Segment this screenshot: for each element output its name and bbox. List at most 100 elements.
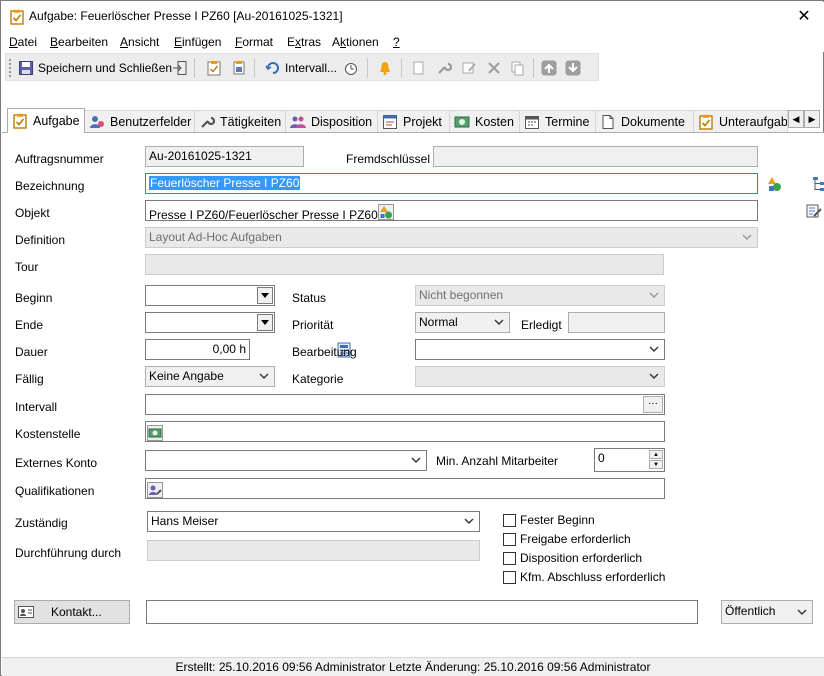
visibility-select[interactable]: Öffentlich (721, 600, 813, 624)
interval-button[interactable]: Intervall... (265, 57, 337, 79)
zustaendig-label: Zuständig (15, 516, 68, 530)
close-icon[interactable]: ✕ (794, 6, 814, 26)
tab-disposition[interactable]: Disposition (286, 110, 378, 132)
status-bar: Erstellt: 25.10.2016 09:56 Administrator… (2, 657, 824, 676)
status-label: Status (292, 291, 327, 305)
tab-strip: Aufgabe Benutzerfelder Tätigkeiten Dispo… (2, 108, 824, 133)
edit-disabled-icon[interactable] (461, 57, 477, 79)
chevron-down-icon (259, 373, 269, 379)
fremdschluessel-field[interactable] (433, 146, 758, 167)
intervall-field[interactable]: ··· (145, 394, 665, 415)
exit-door-icon[interactable] (172, 57, 188, 79)
tour-label: Tour (15, 260, 39, 274)
tab-scroll-right-icon[interactable]: ▶ (804, 110, 820, 128)
qualification-picker-icon[interactable] (147, 482, 163, 498)
status-select[interactable]: Nicht begonnen (415, 285, 665, 306)
objekt-field[interactable]: Presse I PZ60/Feuerlöscher Presse I PZ60 (145, 200, 758, 221)
beginn-dropdown-button[interactable] (257, 287, 273, 304)
zustaendig-select[interactable]: Hans Meiser (147, 511, 480, 532)
tab-aufgabe[interactable]: Aufgabe (7, 108, 85, 133)
print-task-icon[interactable] (231, 57, 247, 79)
menu-bearbeiten[interactable]: Bearbeiten (50, 35, 108, 49)
object-picker-icon[interactable] (378, 204, 395, 220)
ende-label: Ende (15, 318, 44, 332)
menu-ansicht[interactable]: Ansicht (120, 35, 159, 49)
kfm-abschluss-checkbox[interactable]: Kfm. Abschluss erforderlich (503, 570, 665, 584)
money-icon (454, 114, 470, 130)
prioritaet-select[interactable]: Normal (415, 312, 510, 333)
menu-einfuegen[interactable]: Einfügen (174, 35, 221, 49)
next-record-icon[interactable] (565, 57, 581, 79)
externes-konto-select[interactable] (145, 450, 427, 471)
menu-help[interactable]: ? (393, 35, 400, 49)
edit-form-icon[interactable] (806, 203, 822, 219)
user-fields-icon (89, 114, 105, 130)
kontakt-input[interactable] (146, 600, 698, 624)
wrench-icon (199, 114, 215, 130)
tab-dokumente[interactable]: Dokumente (596, 110, 694, 132)
beginn-date-field[interactable] (145, 285, 275, 306)
freigabe-checkbox[interactable]: Freigabe erforderlich (503, 532, 631, 546)
bell-icon[interactable] (377, 57, 393, 79)
qualifikationen-field[interactable] (145, 478, 665, 499)
wrench-icon[interactable] (436, 57, 452, 79)
previous-record-icon[interactable] (541, 57, 557, 79)
chevron-down-icon (411, 457, 421, 463)
chevron-down-icon (649, 292, 659, 298)
dauer-input[interactable]: 0,00 h (145, 339, 250, 360)
auftragsnummer-field: Au-20161025-1321 (145, 146, 304, 167)
ende-dropdown-button[interactable] (257, 314, 273, 331)
kategorie-label: Kategorie (292, 372, 344, 386)
tour-field[interactable] (145, 254, 664, 275)
chevron-down-icon (494, 319, 504, 325)
menu-aktionen[interactable]: Aktionen (332, 35, 379, 49)
menu-datei[interactable]: Datei (9, 35, 37, 49)
save-close-button[interactable]: Speichern und Schließen (18, 57, 172, 79)
stepper-down-icon[interactable]: ▼ (649, 460, 663, 469)
delete-disabled-icon[interactable] (486, 57, 502, 79)
chevron-down-icon (464, 518, 474, 524)
document-disabled-icon[interactable] (411, 57, 427, 79)
object-shapes-icon[interactable] (767, 176, 783, 192)
copy-disabled-icon[interactable] (509, 57, 525, 79)
chevron-down-icon (797, 609, 807, 615)
objekt-label: Objekt (15, 206, 50, 220)
tab-unteraufgaben[interactable]: Unteraufgab (694, 110, 788, 132)
tab-taetigkeiten[interactable]: Tätigkeiten (195, 110, 286, 132)
contact-card-icon (18, 604, 34, 620)
prioritaet-label: Priorität (292, 318, 334, 332)
stepper-up-icon[interactable]: ▲ (649, 450, 663, 459)
auftragsnummer-label: Auftragsnummer (15, 152, 104, 166)
tab-benutzerfelder[interactable]: Benutzerfelder (85, 110, 195, 132)
disposition-checkbox[interactable]: Disposition erforderlich (503, 551, 642, 565)
menu-extras[interactable]: Extras (287, 35, 321, 49)
bezeichnung-input[interactable]: Feuerlöscher Presse I PZ60 (145, 173, 758, 194)
tab-projekt[interactable]: Projekt (378, 110, 450, 132)
bearbeitung-select[interactable] (415, 339, 665, 360)
fester-beginn-checkbox[interactable]: Fester Beginn (503, 513, 595, 527)
tab-termine[interactable]: Termine (520, 110, 596, 132)
kontakt-button[interactable]: Kontakt... (14, 600, 130, 624)
definition-select[interactable]: Layout Ad-Hoc Aufgaben (145, 227, 758, 248)
calendar-icon (524, 114, 540, 130)
tree-structure-icon[interactable] (812, 176, 824, 192)
kostenstelle-label: Kostenstelle (15, 427, 81, 441)
tab-kosten[interactable]: Kosten (450, 110, 520, 132)
ende-date-field[interactable] (145, 312, 275, 333)
kategorie-select[interactable] (415, 366, 665, 387)
faellig-select[interactable]: Keine Angabe (145, 366, 275, 387)
min-mitarbeiter-stepper[interactable]: 0 ▲ ▼ (594, 448, 665, 472)
schedule-icon[interactable] (343, 57, 359, 79)
grip-handle[interactable] (9, 57, 12, 79)
erledigt-label: Erledigt (521, 318, 562, 332)
kostenstelle-field[interactable] (145, 421, 665, 442)
task-form-panel: Auftragsnummer Au-20161025-1321 Fremdsch… (2, 132, 824, 657)
task-link-icon[interactable] (206, 57, 222, 79)
window-title: Aufgabe: Feuerlöscher Presse I PZ60 [Au-… (29, 9, 343, 23)
menu-format[interactable]: Format (235, 35, 273, 49)
bearbeitung-label: Bearbeitung (292, 345, 357, 359)
intervall-ellipsis-button[interactable]: ··· (643, 396, 663, 413)
tab-scroll-left-icon[interactable]: ◀ (788, 110, 804, 128)
title-bar: Aufgabe: Feuerlöscher Presse I PZ60 [Au-… (2, 2, 824, 32)
money-picker-icon[interactable] (147, 425, 163, 441)
